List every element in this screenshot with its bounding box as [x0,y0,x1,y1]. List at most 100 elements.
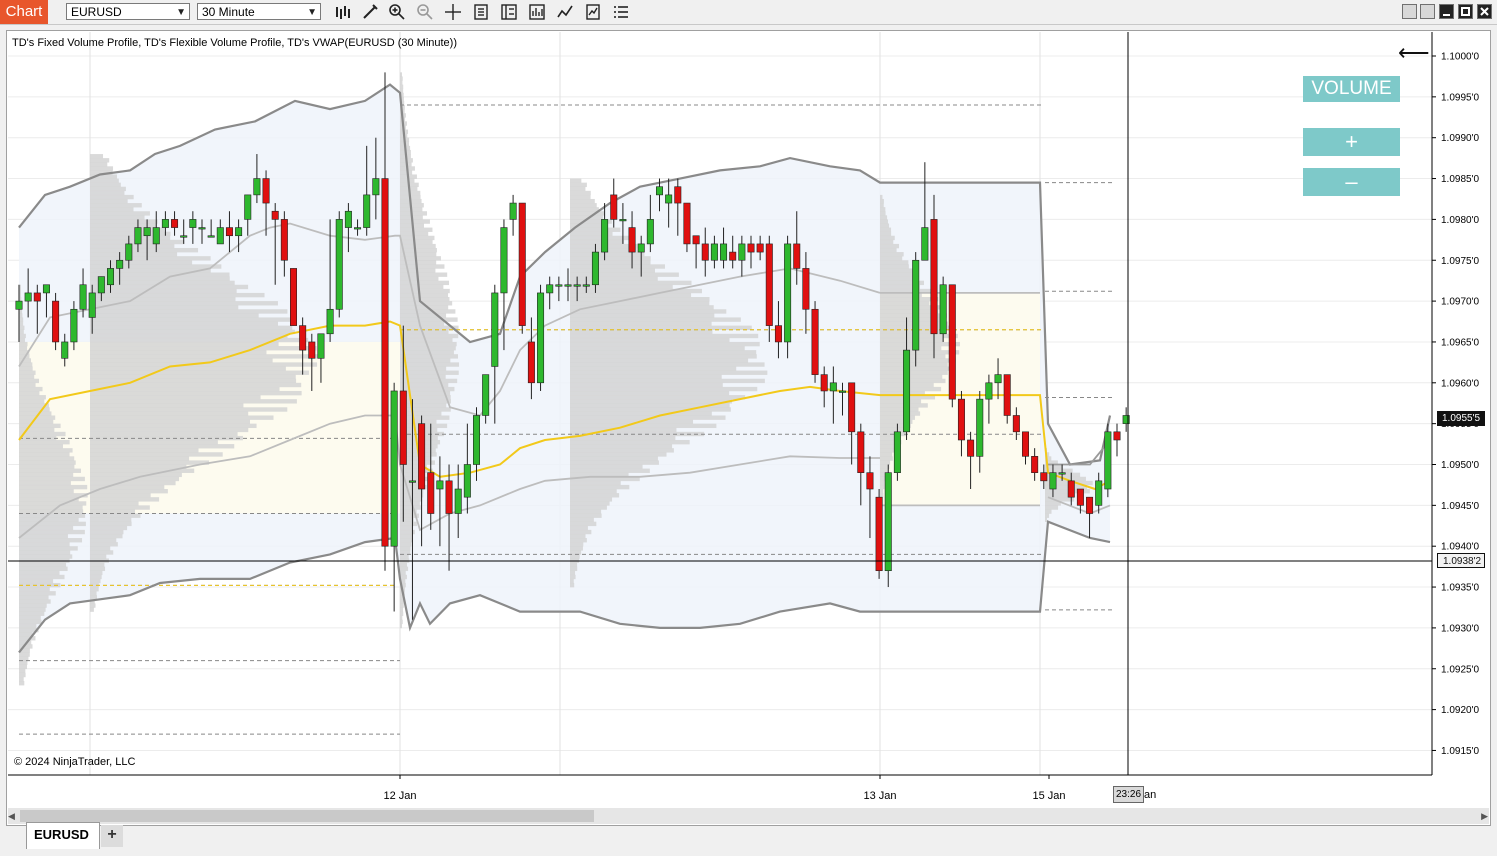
volume-profile-bar [570,337,730,343]
increase-button[interactable]: + [1303,128,1400,156]
volume-profile-bar [90,370,309,375]
candle-body [198,227,206,230]
scrollbar-thumb[interactable] [20,810,594,822]
volume-profile-bar [880,366,950,371]
back-arrow-icon[interactable]: ⟵ [1398,40,1430,66]
candle-body [24,292,32,302]
volume-profile-bar [570,493,620,498]
volume-profile-bar [19,346,28,351]
volume-profile-bar [880,341,960,347]
volume-profile-bar [570,399,733,404]
volume-profile-bar [19,623,37,629]
volume-profile-bar [19,603,47,608]
volume-profile-bar [90,460,210,465]
volume-profile-bar [19,554,73,559]
candle-body [180,235,188,238]
volume-profile-bar [400,288,450,294]
volume-profile-bar [90,554,107,559]
volume-profile-bar [570,341,760,347]
volume-profile-bar [880,198,884,204]
volume-button[interactable]: VOLUME [1303,76,1400,102]
candle-body [628,227,636,253]
volume-profile-bar [1045,509,1052,514]
volume-profile-bar [570,207,599,212]
candle-body [436,480,444,490]
volume-profile-bar [880,411,921,416]
candle-body [930,219,938,335]
volume-profile-bar [570,480,621,486]
candle-body [738,243,746,261]
volume-profile-bar [880,493,884,498]
volume-profile-bar [90,456,190,461]
volume-profile-bar [90,574,102,580]
volume-profile-bar [570,264,665,269]
volume-profile-bar [570,366,737,371]
volume-profile-bar [570,509,602,514]
volume-profile-bar [880,407,919,412]
candle-body [107,268,115,286]
decrease-button[interactable]: – [1303,168,1400,196]
volume-profile-bar [880,239,894,245]
volume-profile-bar [90,256,211,261]
volume-profile-bar [90,403,244,408]
volume-profile-bar [400,297,450,302]
y-tick-label: 1.0920'0 [1441,705,1479,716]
volume-profile-bar [19,521,86,527]
volume-profile-bar [400,309,456,314]
volume-profile-bar [90,166,114,171]
volume-profile-bar [90,513,141,518]
volume-profile-bar [400,542,412,547]
volume-profile-bar [400,615,403,621]
candle-body [463,464,471,498]
horizontal-scrollbar[interactable]: ◀ ▶ [8,808,1489,824]
volume-profile-bar [880,362,948,367]
candle-body [216,227,224,245]
candle-body [1003,374,1011,416]
candle-body [765,243,773,326]
volume-profile-bar [880,252,904,257]
volume-profile-bar [570,382,723,388]
scroll-left-icon[interactable]: ◀ [8,811,15,822]
volume-profile-bar [570,239,624,245]
volume-profile-bar [400,538,413,543]
volume-profile-bar [400,562,407,567]
volume-profile-bar [19,431,66,437]
tab-eurusd[interactable]: EURUSD [26,822,100,849]
candle-body [418,423,426,490]
volume-profile-bar [570,256,651,261]
add-tab-button[interactable]: + [101,825,123,847]
candle-body [280,219,288,261]
volume-profile-bar [90,550,114,555]
volume-profile-bar [19,464,75,469]
candle-body [912,259,920,351]
candle-body [70,308,78,343]
volume-profile-bar [400,554,409,559]
volume-profile-bar [880,460,891,465]
scroll-right-icon[interactable]: ▶ [1481,811,1488,822]
volume-profile-bar [90,472,182,478]
volume-profile-bar [19,611,45,616]
candle-body [253,178,261,196]
volume-profile-bar [90,546,111,551]
price-chart[interactable]: 1.1000'0 1.0995'0 1.0990'0 1.0985'0 1.0980'0… [0,0,1497,856]
y-tick-label: 1.0915'0 [1441,746,1479,757]
volume-profile-bar [19,456,75,461]
volume-profile-bar [400,235,435,241]
last-price-marker: 1.0955'5 [1437,411,1485,426]
candle-body [985,382,993,400]
volume-profile-bar [19,525,74,531]
volume-profile-bar [400,354,459,359]
candle-body [546,284,554,294]
volume-profile-bar [19,321,24,326]
volume-profile-bar [19,538,83,543]
candle-body [262,178,270,204]
volume-profile-bar [570,346,745,351]
volume-profile-bar [19,386,43,392]
volume-profile-bar [19,513,86,518]
volume-profile-bar [570,456,658,461]
volume-profile-bar [19,619,42,625]
volume-profile-bar [880,223,890,228]
volume-profile-bar [570,178,582,183]
candle-body [756,243,764,253]
volume-profile-bar [19,672,26,678]
